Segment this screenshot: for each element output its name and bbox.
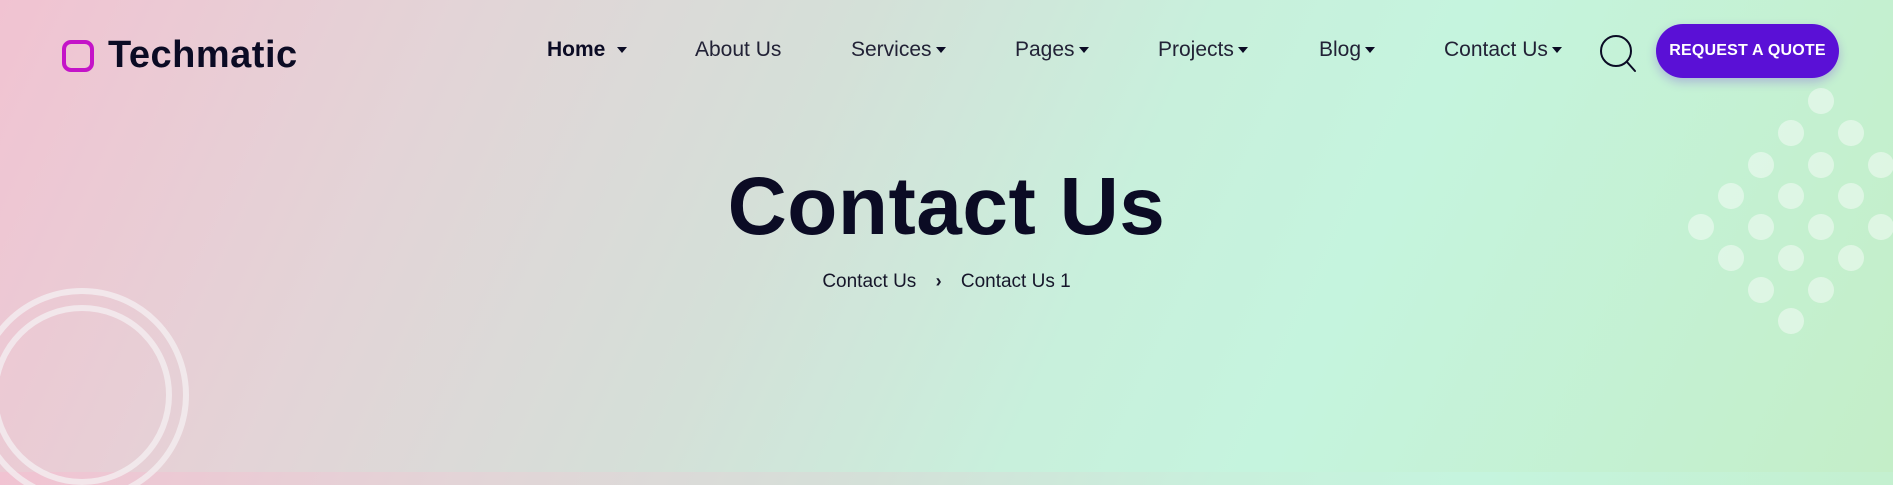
chevron-down-icon	[1365, 47, 1376, 53]
nav-item-label: Blog	[1319, 38, 1362, 61]
breadcrumb-current: Contact Us 1	[960, 271, 1071, 292]
nav-item-label: About Us	[695, 38, 782, 61]
nav-item-label: Pages	[1015, 38, 1075, 61]
chevron-down-icon	[1237, 47, 1248, 53]
chevron-down-icon	[1078, 47, 1089, 53]
decorative-rings	[0, 288, 189, 485]
nav-item-projects[interactable]: Projects	[1158, 38, 1248, 62]
chevron-down-icon	[1551, 47, 1562, 53]
nav-item-pages[interactable]: Pages	[1015, 38, 1089, 62]
nav-item-label: Services	[851, 38, 932, 61]
nav-item-label: Home	[547, 38, 606, 61]
brand-name: Techmatic	[108, 34, 298, 76]
nav-item-home[interactable]: Home	[547, 38, 628, 62]
request-quote-button[interactable]: REQUEST A QUOTE	[1656, 24, 1839, 78]
search-icon	[1600, 35, 1636, 72]
nav-item-label: Projects	[1158, 38, 1234, 61]
breadcrumb: Contact Us › Contact Us 1	[0, 271, 1893, 293]
search-button[interactable]	[1599, 34, 1637, 74]
nav-item-label: Contact Us	[1444, 38, 1548, 61]
nav-item-services[interactable]: Services	[851, 38, 946, 62]
chevron-down-icon	[617, 47, 628, 53]
chevron-right-icon: ›	[935, 271, 942, 291]
chevron-down-icon	[935, 47, 946, 53]
brand-logo[interactable]: Techmatic	[62, 34, 298, 77]
nav-item-contact-us[interactable]: Contact Us	[1444, 38, 1562, 62]
nav-item-about-us[interactable]: About Us	[695, 38, 781, 62]
logo-mark-icon	[62, 39, 94, 72]
breadcrumb-link-contact-us[interactable]: Contact Us	[822, 271, 916, 292]
nav-item-blog[interactable]: Blog	[1319, 38, 1376, 62]
page-title: Contact Us	[727, 161, 1166, 252]
